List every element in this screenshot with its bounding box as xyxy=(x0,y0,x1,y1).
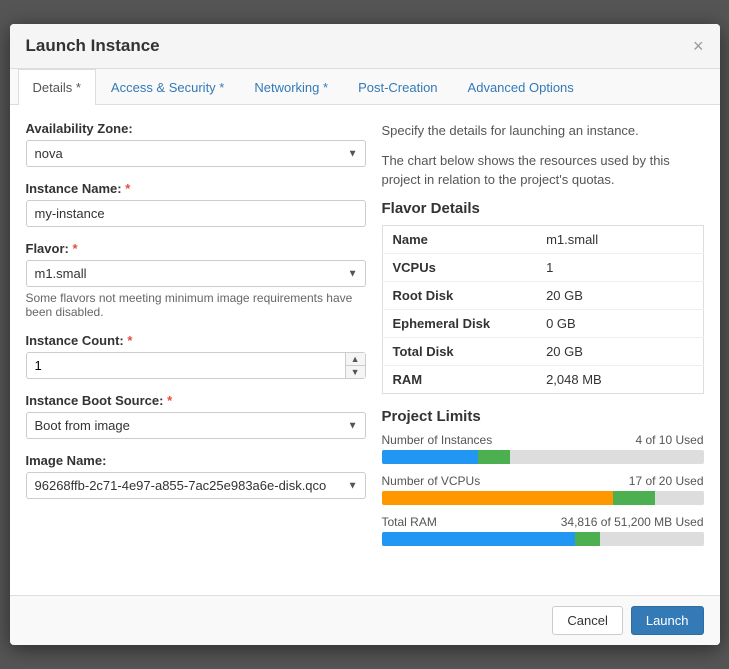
flavor-row-value: 20 GB xyxy=(536,337,703,365)
boot-source-group: Instance Boot Source: * Boot from image xyxy=(26,393,366,439)
right-panel: Specify the details for launching an ins… xyxy=(382,121,704,579)
image-name-select[interactable]: 96268ffb-2c71-4e97-a855-7ac25e983a6e-dis… xyxy=(26,472,366,499)
spin-buttons: ▲ ▼ xyxy=(345,352,366,379)
limit-bar xyxy=(382,450,704,464)
limit-used-text: 34,816 of 51,200 MB Used xyxy=(561,515,704,529)
flavor-hint: Some flavors not meeting minimum image r… xyxy=(26,291,366,319)
flavor-row-value: 20 GB xyxy=(536,281,703,309)
desc-text-1: Specify the details for launching an ins… xyxy=(382,121,704,141)
launch-button[interactable]: Launch xyxy=(631,606,704,635)
instance-name-group: Instance Name: * xyxy=(26,181,366,227)
flavor-row-value: m1.small xyxy=(536,225,703,253)
limits-container: Number of Instances 4 of 10 Used Number … xyxy=(382,433,704,546)
flavor-row: RAM2,048 MB xyxy=(382,365,703,393)
modal-header: Launch Instance × xyxy=(10,24,720,69)
flavor-row: Namem1.small xyxy=(382,225,703,253)
limit-label: Number of Instances xyxy=(382,433,493,447)
limit-row: Total RAM 34,816 of 51,200 MB Used xyxy=(382,515,704,546)
image-name-wrapper: 96268ffb-2c71-4e97-a855-7ac25e983a6e-dis… xyxy=(26,472,366,499)
flavor-row-value: 1 xyxy=(536,253,703,281)
availability-zone-select[interactable]: nova xyxy=(26,140,366,167)
limit-used-text: 4 of 10 Used xyxy=(635,433,703,447)
modal-body: Availability Zone: nova Instance Name: * xyxy=(10,105,720,595)
flavor-row: Root Disk20 GB xyxy=(382,281,703,309)
boot-source-label: Instance Boot Source: * xyxy=(26,393,366,408)
instance-count-required: * xyxy=(127,333,132,348)
boot-source-required: * xyxy=(167,393,172,408)
limit-row: Number of VCPUs 17 of 20 Used xyxy=(382,474,704,505)
limit-bar xyxy=(382,491,704,505)
instance-name-label: Instance Name: * xyxy=(26,181,366,196)
flavor-label: Flavor: * xyxy=(26,241,366,256)
flavor-row-value: 2,048 MB xyxy=(536,365,703,393)
flavor-row: Total Disk20 GB xyxy=(382,337,703,365)
flavor-row-label: RAM xyxy=(382,365,536,393)
instance-count-group: Instance Count: * ▲ ▼ xyxy=(26,333,366,379)
flavor-required: * xyxy=(72,241,77,256)
flavor-details-title: Flavor Details xyxy=(382,200,704,217)
flavor-select[interactable]: m1.small xyxy=(26,260,366,287)
boot-source-wrapper: Boot from image xyxy=(26,412,366,439)
limit-label: Number of VCPUs xyxy=(382,474,481,488)
flavor-wrapper: m1.small xyxy=(26,260,366,287)
instance-count-wrapper: ▲ ▼ xyxy=(26,352,366,379)
desc-text-2: The chart below shows the resources used… xyxy=(382,151,704,190)
availability-zone-group: Availability Zone: nova xyxy=(26,121,366,167)
launch-instance-modal: Launch Instance × Details * Access & Sec… xyxy=(10,24,720,645)
flavor-row-label: Ephemeral Disk xyxy=(382,309,536,337)
modal-overlay: Launch Instance × Details * Access & Sec… xyxy=(0,0,729,669)
flavor-row: Ephemeral Disk0 GB xyxy=(382,309,703,337)
spin-up-button[interactable]: ▲ xyxy=(346,353,365,366)
flavor-row-value: 0 GB xyxy=(536,309,703,337)
flavor-row-label: Name xyxy=(382,225,536,253)
flavor-row-label: Total Disk xyxy=(382,337,536,365)
instance-count-input[interactable] xyxy=(26,352,345,379)
flavor-row-label: VCPUs xyxy=(382,253,536,281)
instance-name-input[interactable] xyxy=(26,200,366,227)
tab-networking[interactable]: Networking * xyxy=(239,69,343,105)
instance-name-required: * xyxy=(125,181,130,196)
flavor-table: Namem1.smallVCPUs1Root Disk20 GBEphemera… xyxy=(382,225,704,394)
boot-source-select[interactable]: Boot from image xyxy=(26,412,366,439)
modal-footer: Cancel Launch xyxy=(10,595,720,645)
flavor-row-label: Root Disk xyxy=(382,281,536,309)
availability-zone-label: Availability Zone: xyxy=(26,121,366,136)
modal-title: Launch Instance xyxy=(26,36,160,56)
limit-header: Number of Instances 4 of 10 Used xyxy=(382,433,704,447)
limit-label: Total RAM xyxy=(382,515,437,529)
limit-header: Number of VCPUs 17 of 20 Used xyxy=(382,474,704,488)
tab-post-creation[interactable]: Post-Creation xyxy=(343,69,452,105)
limit-bar xyxy=(382,532,704,546)
limit-row: Number of Instances 4 of 10 Used xyxy=(382,433,704,464)
image-name-group: Image Name: 96268ffb-2c71-4e97-a855-7ac2… xyxy=(26,453,366,499)
tab-access-security[interactable]: Access & Security * xyxy=(96,69,239,105)
image-name-label: Image Name: xyxy=(26,453,366,468)
close-button[interactable]: × xyxy=(693,37,704,55)
spin-down-button[interactable]: ▼ xyxy=(346,366,365,378)
limit-used-text: 17 of 20 Used xyxy=(629,474,704,488)
instance-count-label: Instance Count: * xyxy=(26,333,366,348)
flavor-group: Flavor: * m1.small Some flavors not meet… xyxy=(26,241,366,319)
cancel-button[interactable]: Cancel xyxy=(552,606,622,635)
availability-zone-wrapper: nova xyxy=(26,140,366,167)
project-limits-title: Project Limits xyxy=(382,408,704,425)
limit-header: Total RAM 34,816 of 51,200 MB Used xyxy=(382,515,704,529)
flavor-row: VCPUs1 xyxy=(382,253,703,281)
tab-details[interactable]: Details * xyxy=(18,69,96,105)
tab-advanced-options[interactable]: Advanced Options xyxy=(453,69,589,105)
left-panel: Availability Zone: nova Instance Name: * xyxy=(26,121,366,579)
tabs-bar: Details * Access & Security * Networking… xyxy=(10,69,720,105)
